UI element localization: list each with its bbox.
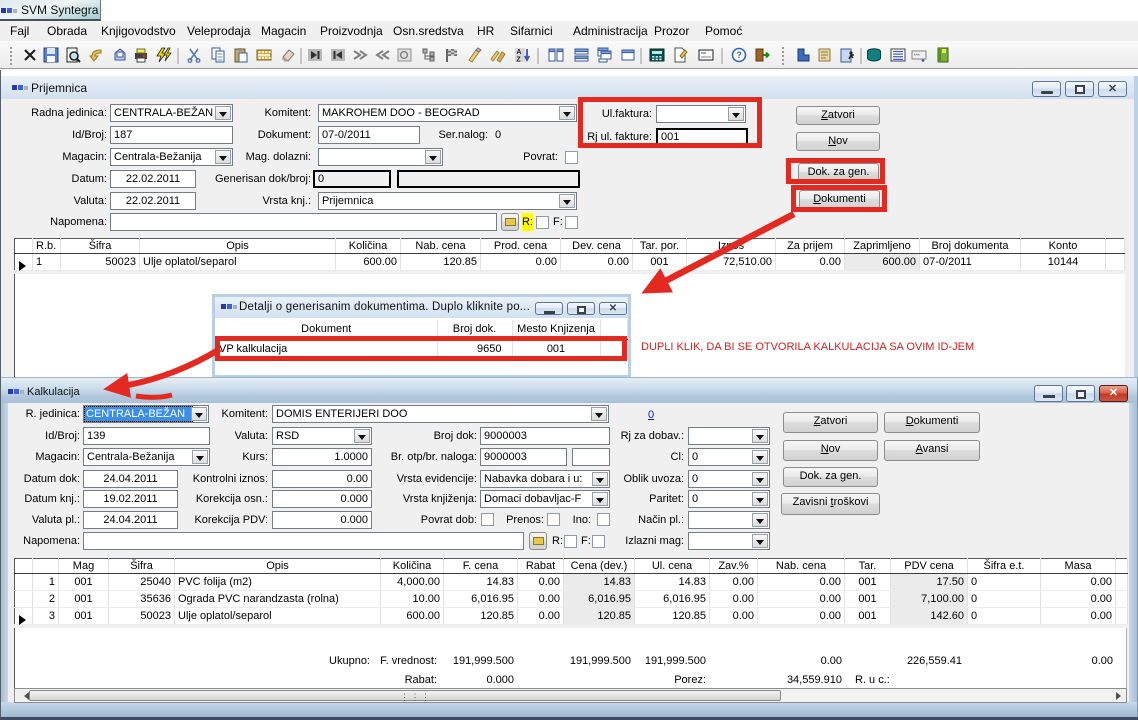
svg-text:Z: Z xyxy=(516,57,521,64)
svg-text:?: ? xyxy=(736,50,742,60)
svg-text:A: A xyxy=(516,49,521,56)
svg-text:***: *** xyxy=(914,53,921,59)
